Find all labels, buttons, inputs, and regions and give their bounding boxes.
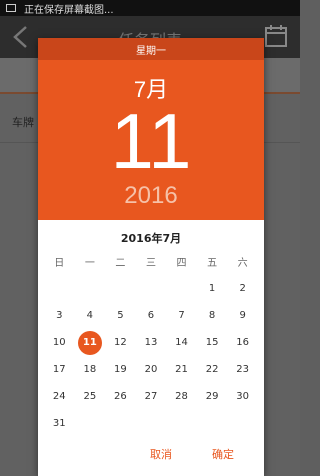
day-cell[interactable]: 31 (44, 410, 75, 437)
day-cell[interactable]: 17 (44, 356, 75, 383)
calendar-week-row: 12 (44, 275, 258, 302)
empty-day-cell (75, 410, 106, 437)
empty-day-cell (136, 410, 167, 437)
weekday-header: 日 (54, 258, 65, 269)
day-cell[interactable]: 22 (197, 356, 228, 383)
day-cell[interactable]: 13 (136, 329, 167, 356)
date-header: 7月 11 2016 (38, 60, 264, 220)
empty-day-cell (105, 410, 136, 437)
calendar-week-row: 24 25 26 27 28 29 30 (44, 383, 258, 410)
calendar-week-row: 10 11 12 13 14 15 16 (44, 329, 258, 356)
date-picker-dialog: 星期一 7月 11 2016 2016年7月 日 一 二 三 四 五 六 123… (38, 38, 264, 476)
weekday-header: 一 (84, 258, 95, 269)
day-cell[interactable]: 2 (227, 275, 258, 302)
day-cell[interactable]: 3 (44, 302, 75, 329)
empty-day-cell (136, 275, 167, 302)
day-cell[interactable]: 10 (44, 329, 75, 356)
day-cell[interactable]: 12 (105, 329, 136, 356)
day-cell[interactable]: 14 (166, 329, 197, 356)
empty-day-cell (166, 275, 197, 302)
day-cell[interactable]: 4 (75, 302, 106, 329)
weekday-header-row: 日 一 二 三 四 五 六 (44, 248, 258, 275)
day-cell[interactable]: 9 (227, 302, 258, 329)
day-cell[interactable]: 7 (166, 302, 197, 329)
ok-button[interactable]: 确定 (212, 446, 234, 462)
selected-year[interactable]: 2016 (38, 182, 264, 210)
empty-day-cell (197, 410, 228, 437)
empty-day-cell (44, 275, 75, 302)
day-cell[interactable]: 16 (227, 329, 258, 356)
day-cell[interactable]: 8 (197, 302, 228, 329)
plate-label: 车牌 (12, 116, 34, 129)
empty-day-cell (227, 410, 258, 437)
day-cell[interactable]: 6 (136, 302, 167, 329)
day-cell[interactable]: 15 (197, 329, 228, 356)
day-cell[interactable]: 28 (166, 383, 197, 410)
day-cell[interactable]: 30 (227, 383, 258, 410)
selected-weekday: 星期一 (38, 38, 264, 60)
calendar-week-row: 3456789 (44, 302, 258, 329)
calendar-week-row: 31 (44, 410, 258, 437)
calendar-grid: 日 一 二 三 四 五 六 1 2 3 4 5 6 7 8 9 10 11 12 13 14 15 16 17 1… (44, 248, 258, 437)
empty-day-cell (105, 275, 136, 302)
screenshot-icon (6, 4, 16, 12)
cancel-button[interactable]: 取消 (150, 446, 172, 462)
weekday-header: 二 (115, 258, 126, 269)
day-cell[interactable]: 20 (136, 356, 167, 383)
calendar-weeks: 1 2 3 4 5 6 7 8 9 10 11 12 13 14 15 16 17 18 19 20 21 22 23 24 2… (44, 275, 258, 437)
day-cell[interactable]: 24 (44, 383, 75, 410)
weekday-header: 六 (237, 258, 248, 269)
calendar-icon[interactable] (264, 24, 288, 48)
weekday-header: 五 (207, 258, 218, 269)
empty-day-cell (166, 410, 197, 437)
day-cell-selected[interactable]: 11 (75, 329, 106, 356)
day-cell[interactable]: 29 (197, 383, 228, 410)
day-cell[interactable]: 27 (136, 383, 167, 410)
day-number: 11 (82, 337, 97, 348)
day-cell[interactable]: 18 (75, 356, 106, 383)
day-cell[interactable]: 5 (105, 302, 136, 329)
day-cell[interactable]: 1 (197, 275, 228, 302)
status-text: 正在保存屏幕截图... (24, 4, 114, 16)
status-bar: 正在保存屏幕截图... (0, 0, 300, 16)
month-title: 2016年7月 (120, 232, 182, 245)
day-cell[interactable]: 21 (166, 356, 197, 383)
day-cell[interactable]: 25 (75, 383, 106, 410)
empty-day-cell (75, 275, 106, 302)
selected-day[interactable]: 11 (38, 96, 264, 186)
calendar-week-row: 17 18 19 20 21 22 23 (44, 356, 258, 383)
day-cell[interactable]: 23 (227, 356, 258, 383)
day-cell[interactable]: 19 (105, 356, 136, 383)
day-cell[interactable]: 26 (105, 383, 136, 410)
dialog-actions: 取消 确定 (38, 442, 264, 468)
weekday-header: 四 (176, 258, 187, 269)
weekday-header: 三 (145, 258, 156, 269)
